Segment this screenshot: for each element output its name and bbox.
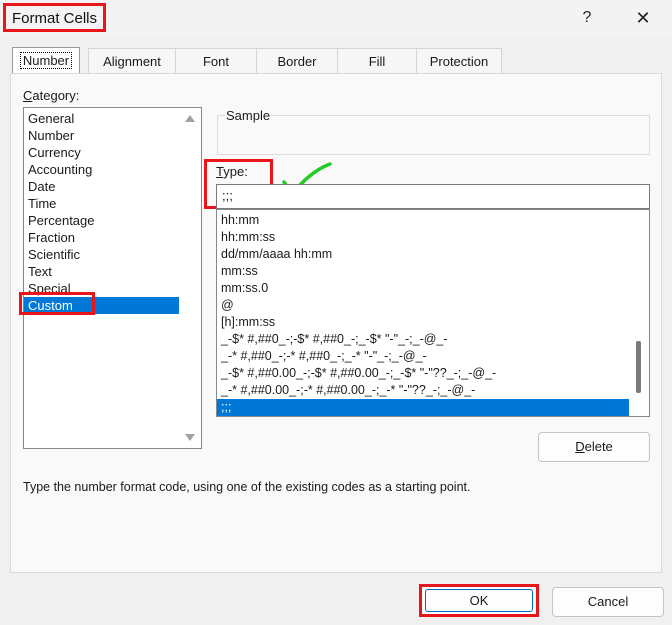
scroll-up-arrow-icon[interactable] [185,115,195,122]
tab-font[interactable]: Font [175,48,257,73]
format-code-item[interactable]: _-$* #,##0.00_-;-$* #,##0.00_-;_-$* "-"?… [217,365,629,382]
category-item-number[interactable]: Number [24,127,179,144]
custom-highlight-box [19,292,95,315]
format-code-item[interactable]: hh:mm [217,212,629,229]
tab-alignment[interactable]: Alignment [88,48,176,73]
category-item-scientific[interactable]: Scientific [24,246,179,263]
tab-border[interactable]: Border [256,48,338,73]
format-code-item[interactable]: mm:ss.0 [217,280,629,297]
scroll-down-arrow-icon[interactable] [185,434,195,441]
category-list[interactable]: General Number Currency Accounting Date … [23,107,202,449]
format-code-list[interactable]: hh:mm hh:mm:ss dd/mm/aaaa hh:mm mm:ss mm… [216,209,650,417]
close-button[interactable]: ✕ [628,5,658,31]
title-bar: Format Cells ? ✕ [0,0,672,38]
format-code-item[interactable]: mm:ss [217,263,629,280]
tab-fill[interactable]: Fill [337,48,417,73]
format-code-item[interactable]: hh:mm:ss [217,229,629,246]
sample-label: Sample [225,108,272,123]
category-item-time[interactable]: Time [24,195,179,212]
type-input[interactable]: ;;; [216,184,650,209]
format-code-item[interactable]: _-* #,##0.00_-;-* #,##0.00_-;_-* "-"??_-… [217,382,629,399]
category-item-date[interactable]: Date [24,178,179,195]
tab-bar: Number Alignment Font Border Fill Protec… [10,47,662,74]
category-item-text[interactable]: Text [24,263,179,280]
format-code-item[interactable]: @ [217,297,629,314]
format-code-item[interactable]: [h]:mm:ss [217,314,629,331]
format-code-item[interactable]: _-$* #,##0_-;-$* #,##0_-;_-$* "-"_-;_-@_… [217,331,629,348]
category-item-currency[interactable]: Currency [24,144,179,161]
tab-number[interactable]: Number [12,47,80,74]
delete-button[interactable]: Delete [538,432,650,462]
ok-button[interactable]: OK [419,584,539,617]
format-code-item[interactable]: _-* #,##0_-;-* #,##0_-;_-* "-"_-;_-@_- [217,348,629,365]
category-scrollbar[interactable] [179,108,201,448]
category-item-percentage[interactable]: Percentage [24,212,179,229]
category-item-general[interactable]: General [24,110,179,127]
tab-protection[interactable]: Protection [416,48,502,73]
category-item-accounting[interactable]: Accounting [24,161,179,178]
help-button[interactable]: ? [574,6,600,30]
format-code-item[interactable]: dd/mm/aaaa hh:mm [217,246,629,263]
format-code-item-selected[interactable]: ;;; [217,399,629,416]
ok-label: OK [469,593,489,608]
cancel-button[interactable]: Cancel [552,587,664,617]
category-label: Category: [23,88,80,103]
dialog-title: Format Cells [3,3,107,32]
format-list-scroll-thumb[interactable] [636,341,641,393]
category-item-fraction[interactable]: Fraction [24,229,179,246]
description-text: Type the number format code, using one o… [23,480,471,494]
sample-group [217,115,650,155]
tab-number-label: Number [19,52,73,69]
